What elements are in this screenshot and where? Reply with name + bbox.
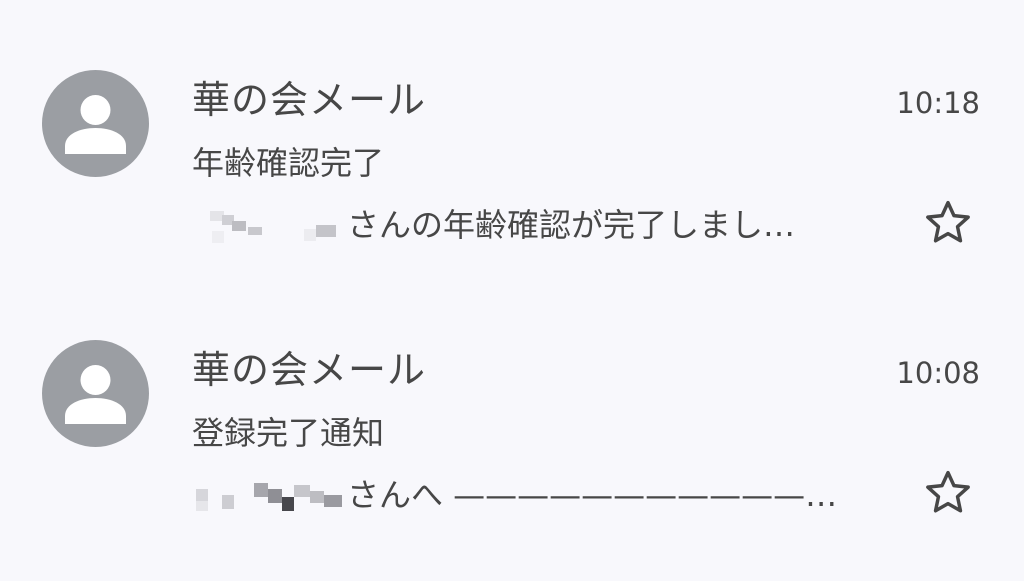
person-avatar-icon [42,340,149,447]
star-outline-icon[interactable] [922,197,974,249]
email-snippet: さんへ ———————————… [192,470,892,520]
sender-name: 華の会メール [192,348,427,392]
redacted-name [192,205,347,245]
received-time: 10:18 [896,86,980,120]
email-subject: 年齢確認完了 [192,144,385,182]
person-avatar-icon [42,70,149,177]
snippet-text: さんの年齢確認が完了しまし… [347,206,796,244]
sender-name: 華の会メール [192,78,427,122]
snippet-text: さんへ ———————————… [347,476,838,514]
email-snippet: さんの年齢確認が完了しまし… [192,200,892,250]
email-list: 華の会メール 10:18 年齢確認完了 さんの年齢確認が完了しまし… 華の会メー… [0,0,1024,581]
star-outline-icon[interactable] [922,467,974,519]
email-subject: 登録完了通知 [192,414,385,452]
redacted-name [192,475,347,515]
received-time: 10:08 [896,356,980,390]
email-row[interactable]: 華の会メール 10:08 登録完了通知 さんへ ———————————… [0,315,1024,555]
email-row[interactable]: 華の会メール 10:18 年齢確認完了 さんの年齢確認が完了しまし… [0,45,1024,285]
